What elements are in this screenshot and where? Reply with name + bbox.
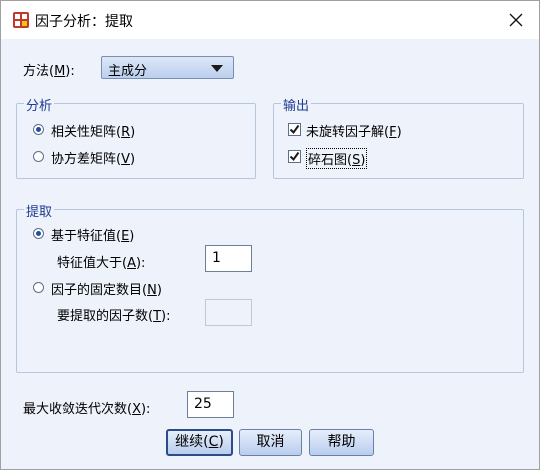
- scree-plot-checkbox[interactable]: [288, 150, 301, 163]
- analysis-legend: 分析: [24, 95, 55, 114]
- method-dropdown[interactable]: 主成分: [101, 56, 234, 79]
- eigenvalue-threshold-input[interactable]: 1: [205, 245, 252, 272]
- eigenvalue-option-label: 基于特征值(E): [51, 229, 135, 244]
- unrotated-solution-checkbox[interactable]: [288, 123, 301, 136]
- fixed-factors-radio[interactable]: [33, 282, 44, 293]
- cancel-button[interactable]: 取消: [239, 429, 302, 456]
- chevron-down-icon: [211, 65, 223, 72]
- fixed-factors-option-label: 因子的固定数目(N): [51, 283, 162, 298]
- scree-plot-label: 碎石图(S): [306, 148, 368, 169]
- unrotated-solution-label: 未旋转因子解(F): [306, 125, 402, 140]
- num-factors-label: 要提取的因子数(T):: [57, 309, 171, 324]
- title-bar: 因子分析：提取: [1, 1, 539, 39]
- eigenvalue-threshold-label: 特征值大于(A):: [57, 256, 146, 271]
- extract-legend: 提取: [24, 201, 55, 220]
- window-title: 因子分析：提取: [35, 14, 133, 30]
- checkmark-icon: [289, 151, 300, 162]
- close-icon: [509, 13, 523, 27]
- max-iterations-label: 最大收敛迭代次数(X):: [23, 402, 151, 417]
- max-iterations-input[interactable]: 25: [187, 391, 234, 418]
- eigenvalue-radio[interactable]: [33, 228, 44, 239]
- correlation-matrix-radio[interactable]: [33, 124, 44, 135]
- dialog-window: 因子分析：提取 方法(M): 主成分 分析 相关性矩阵(R) 协方差矩阵(V) …: [0, 0, 540, 470]
- num-factors-input[interactable]: [205, 299, 252, 326]
- covariance-matrix-label: 协方差矩阵(V): [51, 152, 136, 167]
- covariance-matrix-radio[interactable]: [33, 151, 44, 162]
- analysis-group: 分析: [16, 95, 256, 179]
- app-icon: [12, 11, 30, 29]
- help-button[interactable]: 帮助: [309, 429, 374, 456]
- continue-button[interactable]: 继续(C): [166, 429, 233, 456]
- method-dropdown-value: 主成分: [108, 64, 148, 79]
- correlation-matrix-label: 相关性矩阵(R): [51, 125, 136, 140]
- method-label: 方法(M):: [23, 64, 75, 79]
- checkmark-icon: [289, 124, 300, 135]
- close-button[interactable]: [493, 1, 539, 39]
- output-legend: 输出: [281, 95, 312, 114]
